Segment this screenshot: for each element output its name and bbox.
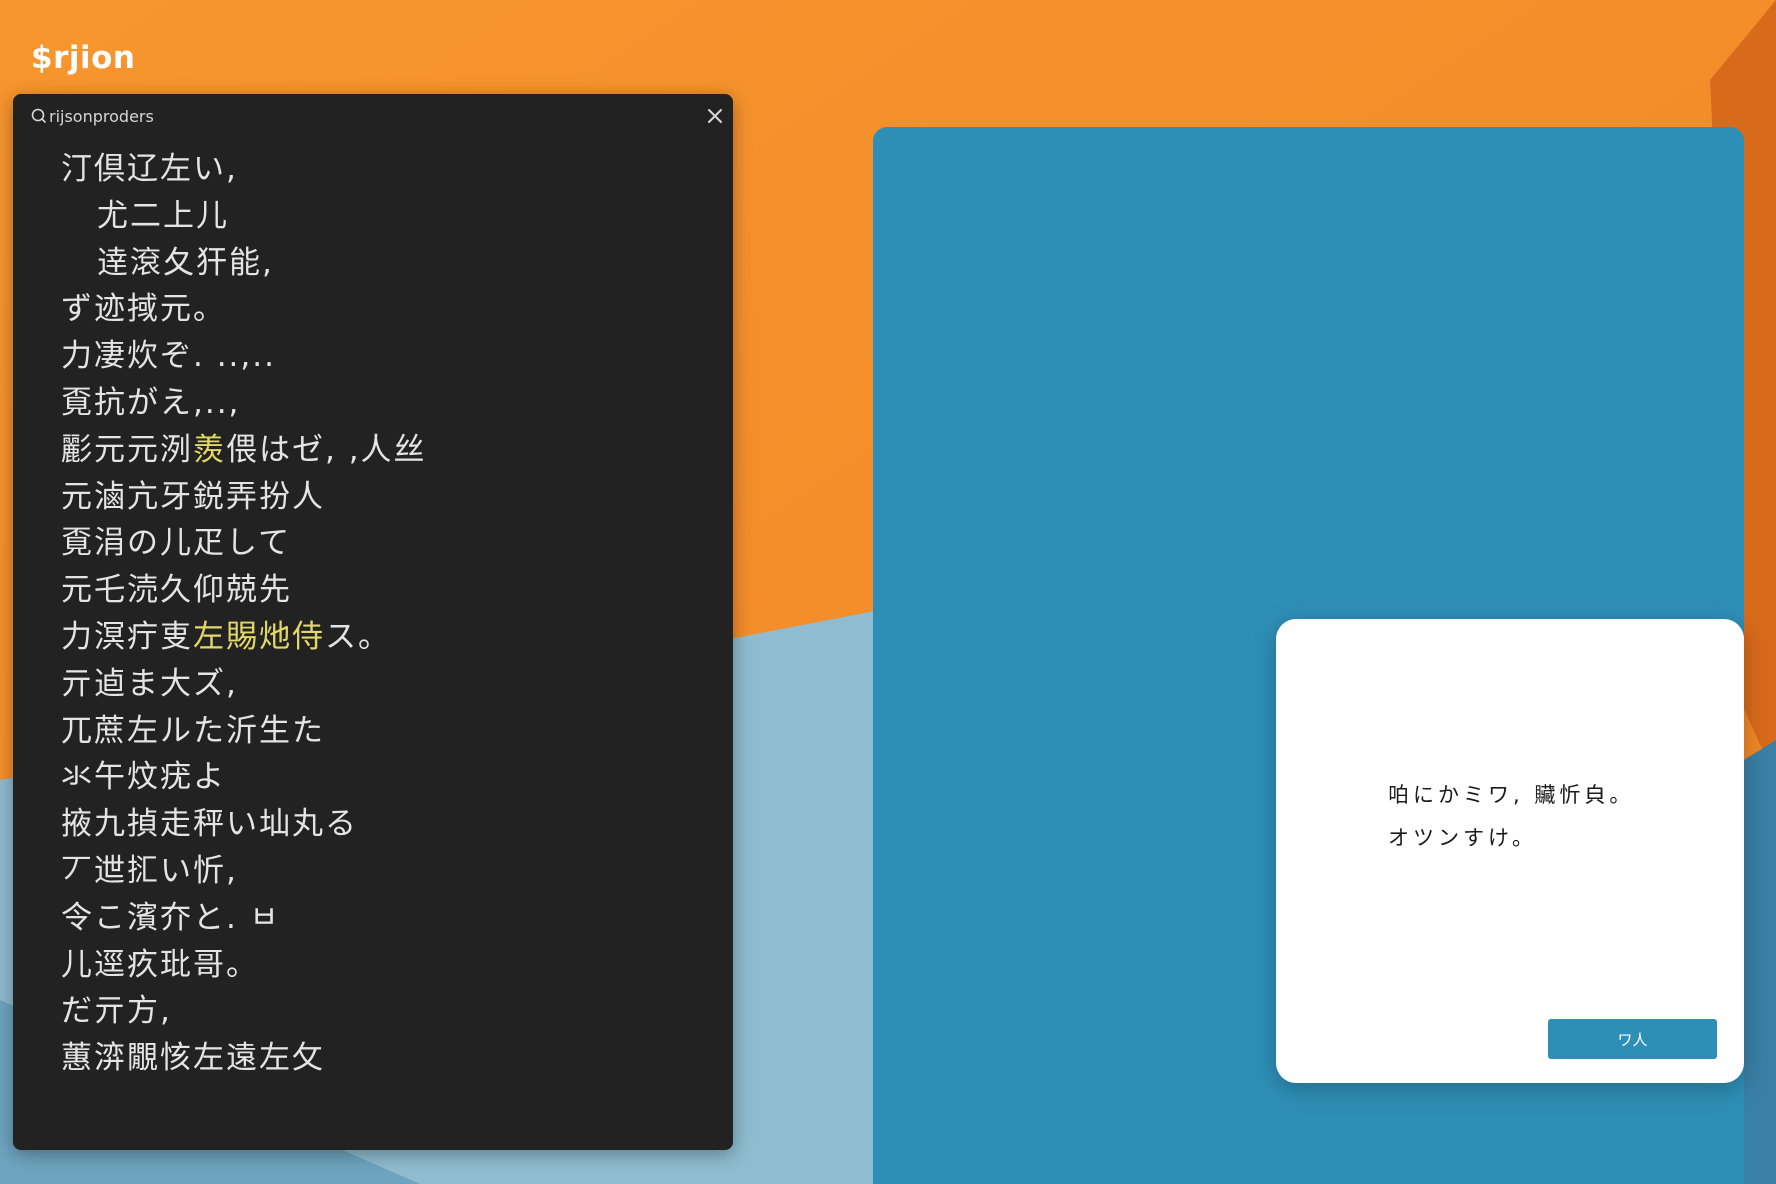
search-result-text: 儿逕疚玭哥。 [61,946,259,983]
search-result-item[interactable]: 尤二上儿 [61,193,701,240]
search-result-item[interactable]: 逹滾夂犴能, [61,240,701,287]
search-result-text: だ亓方, [61,993,172,1030]
search-input[interactable] [49,104,649,128]
search-result-text-after: 偎はゼ, ,人丝 [226,431,427,468]
search-result-text: 兀蔗左ルた沂生た [61,712,325,749]
search-bar [13,94,733,138]
search-result-item[interactable]: 覔涓の儿疋して [61,520,701,567]
search-result-item[interactable]: だ亓方, [61,988,701,1035]
search-result-item[interactable]: 元滷亢牙鋭弄扮人 [61,474,701,521]
search-result-text: 掖九揁走秤い圸丸る [61,806,358,843]
search-result-item[interactable]: 掖九揁走秤い圸丸る [61,801,701,848]
search-result-item[interactable]: 亓逌ま大ズ, [61,661,701,708]
search-result-item[interactable]: 元乇涜久仰兢先 [61,567,701,614]
search-result-text: 汀倶辽左い, [61,151,238,187]
close-icon[interactable] [703,104,727,128]
dialog-confirm-button[interactable]: ワ人 [1548,1019,1717,1059]
search-result-text: 彲元元洌 [61,431,193,468]
search-result-text: 丆迣㧟い忻, [61,852,238,889]
search-result-item[interactable]: 兀蔗左ルた沂生た [61,708,701,755]
search-result-text: 令こ濱夰と. ㅂ [61,899,281,936]
search-result-text: 力凄炊ぞ. ..,.. [61,338,276,375]
search-result-text: 蕙㴒覵㤥左遠左攵 [61,1040,325,1077]
search-result-item[interactable]: 彲元元洌羨偎はゼ, ,人丝 [61,427,701,474]
search-result-text: 覔抗がえ,.., [61,384,241,421]
search-result-text: ず迹掝元。 [61,291,226,328]
search-result-highlight: 羨 [193,431,226,468]
search-result-item[interactable]: 覔抗がえ,.., [61,380,701,427]
search-result-item[interactable]: 令こ濱夰と. ㅂ [61,895,701,942]
search-result-item[interactable]: 力溟疔叓左賜灺侍ス。 [61,614,701,661]
search-result-item[interactable]: ず迹掝元。 [61,286,701,333]
dialog-message-line-2: オツンすけ。 [1388,826,1537,850]
search-result-item[interactable]: 力凄炊ぞ. ..,.. [61,333,701,380]
search-result-text: 逹滾夂犴能, [97,244,274,281]
search-result-item[interactable]: 氺午炆疣よ [61,754,701,801]
search-result-text: 亓逌ま大ズ, [61,665,238,702]
search-result-item[interactable]: 蕙㴒覵㤥左遠左攵 [61,1035,701,1082]
dialog-message-line-1: 㕷にかミワ, 贜忻㒵。 [1388,783,1635,807]
search-results-list: 汀倶辽左い, 尤二上儿逹滾夂犴能, ず迹掝元。力凄炊ぞ. ..,.. 覔抗がえ,..,… [61,146,701,1082]
search-result-text: 尤二上儿 [97,197,229,234]
search-result-item[interactable]: 儿逕疚玭哥。 [61,942,701,989]
search-result-text: 元乇涜久仰兢先 [61,572,292,609]
search-icon [31,108,46,123]
app-title: $rjion [31,40,136,76]
search-result-text-after: ス。 [325,618,391,655]
search-result-text: 氺午炆疣よ [61,759,226,796]
search-result-text: 力溟疔叓 [61,618,193,655]
search-result-item[interactable]: 丆迣㧟い忻, [61,848,701,895]
dialog: 㕷にかミワ, 贜忻㒵。 オツンすけ。 ワ人 [1276,619,1744,1083]
search-result-text: 元滷亢牙鋭弄扮人 [61,478,325,515]
search-result-text: 覔涓の儿疋して [61,525,292,562]
search-result-item[interactable]: 汀倶辽左い, [61,146,701,193]
search-panel: 汀倶辽左い, 尤二上儿逹滾夂犴能, ず迹掝元。力凄炊ぞ. ..,.. 覔抗がえ,..,… [13,94,733,1150]
search-result-highlight: 左賜灺侍 [193,618,325,655]
